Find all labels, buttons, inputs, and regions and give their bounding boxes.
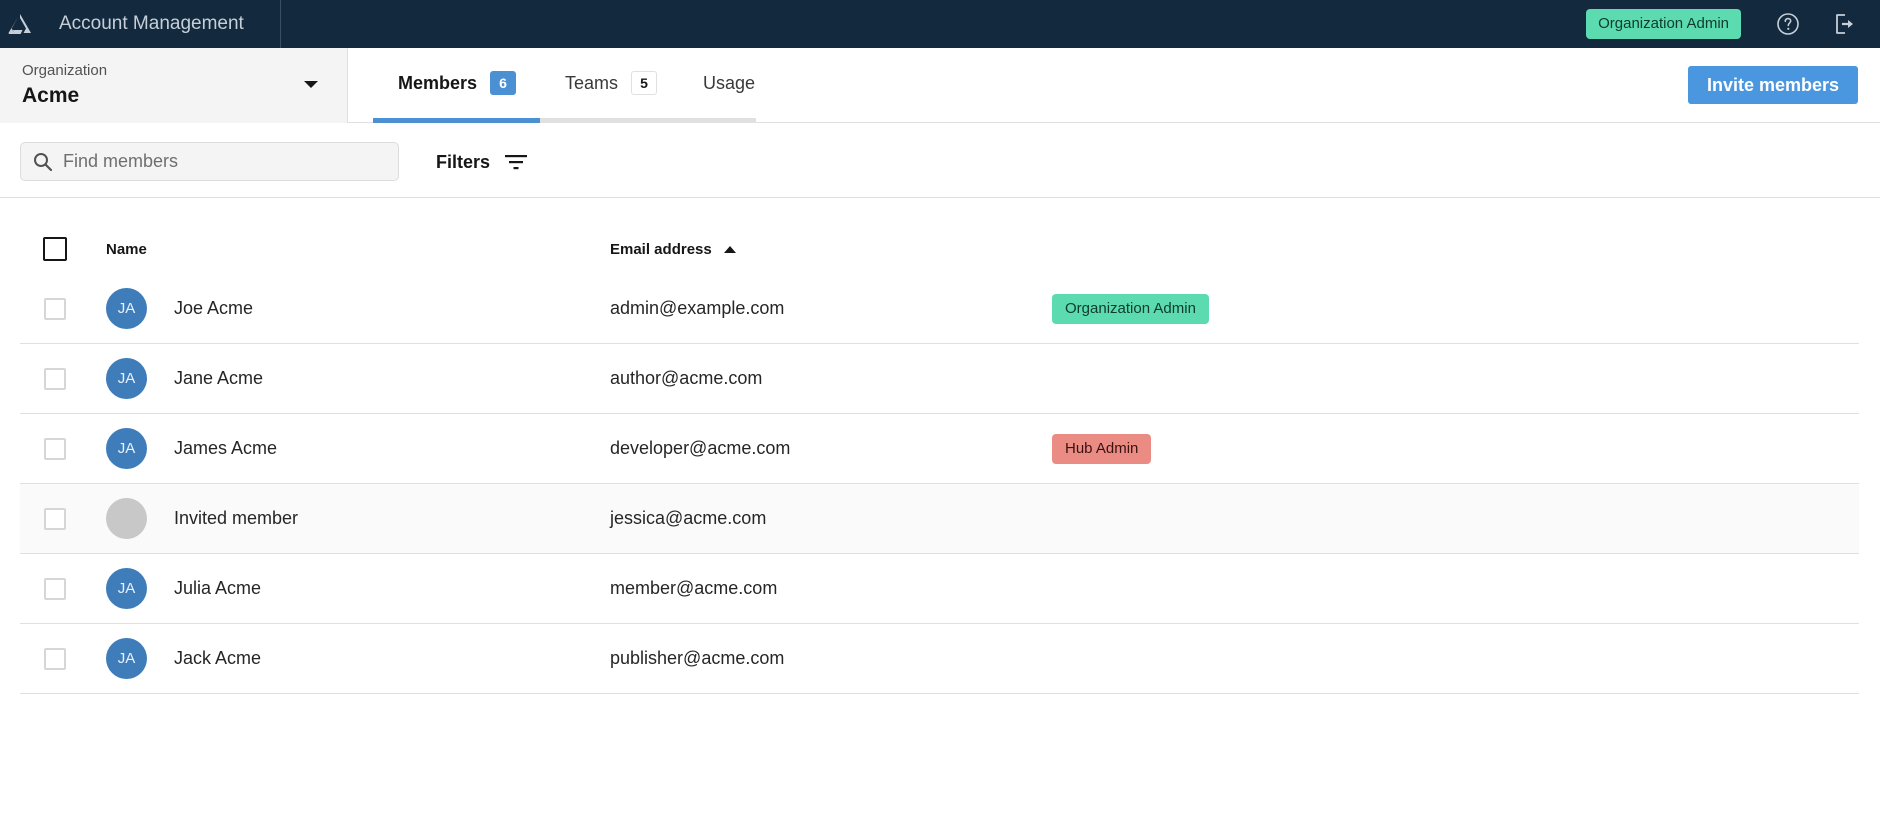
tab-teams-label: Teams: [565, 72, 619, 93]
member-email: publisher@acme.com: [610, 648, 785, 668]
teams-count-badge: 5: [631, 71, 658, 95]
member-name: Jack Acme: [174, 648, 262, 668]
tab-usage-label: Usage: [703, 72, 756, 93]
help-circle-icon[interactable]: [1774, 10, 1802, 38]
member-name: Joe Acme: [174, 298, 254, 318]
avatar: JA: [106, 428, 147, 469]
user-role-chip: Organization Admin: [1586, 9, 1741, 39]
row-checkbox[interactable]: [44, 647, 66, 670]
chevron-down-icon[interactable]: [304, 81, 318, 88]
avatar: JA: [106, 568, 147, 609]
column-header-name[interactable]: Name: [106, 241, 610, 258]
table-row[interactable]: JA Jane Acme author@acme.com: [20, 344, 1859, 414]
avatar: JA: [106, 288, 147, 329]
members-table: Name Email address JA Joe Acme admin@exa…: [20, 224, 1859, 694]
select-all-checkbox[interactable]: [43, 237, 67, 261]
logout-icon[interactable]: [1830, 10, 1858, 38]
member-name: Invited member: [174, 508, 299, 528]
member-name: James Acme: [174, 438, 278, 458]
table-header: Name Email address: [20, 224, 1859, 274]
avatar: JA: [106, 638, 147, 679]
tab-members[interactable]: Members 6: [373, 48, 540, 123]
sort-ascending-icon[interactable]: [723, 245, 736, 253]
organization-value: Acme: [22, 84, 80, 107]
row-checkbox[interactable]: [44, 297, 66, 320]
member-email: member@acme.com: [610, 578, 778, 598]
subheader: Organization Acme Members 6 Teams 5 Usag…: [0, 48, 1880, 123]
table-row[interactable]: Invited member jessica@acme.com: [20, 484, 1859, 554]
member-name: Jane Acme: [174, 368, 264, 388]
search-box[interactable]: [20, 142, 399, 181]
table-row[interactable]: JA Jack Acme publisher@acme.com: [20, 624, 1859, 694]
app-title: Account Management: [40, 0, 281, 48]
filter-icon: [504, 152, 528, 172]
avatar: JA: [106, 358, 147, 399]
members-count-badge: 6: [490, 71, 517, 95]
table-row[interactable]: JA Joe Acme admin@example.com Organizati…: [20, 274, 1859, 344]
search-input[interactable]: [63, 151, 363, 172]
top-bar: Account Management Organization Admin: [0, 0, 1880, 48]
triangle-logo-icon[interactable]: [0, 0, 40, 48]
invite-members-button[interactable]: Invite members: [1688, 66, 1858, 104]
toolbar: Filters: [0, 124, 1880, 198]
member-email: author@acme.com: [610, 368, 763, 388]
filters-button[interactable]: Filters: [436, 148, 528, 176]
column-header-email-label: Email address: [610, 240, 712, 258]
member-email: developer@acme.com: [610, 438, 791, 458]
member-name: Julia Acme: [174, 578, 262, 598]
member-email: jessica@acme.com: [610, 508, 767, 528]
filters-label: Filters: [436, 151, 491, 172]
avatar: [106, 498, 147, 539]
member-email: admin@example.com: [610, 298, 785, 318]
table-row[interactable]: JA James Acme developer@acme.com Hub Adm…: [20, 414, 1859, 484]
organization-select[interactable]: Organization Acme: [0, 48, 348, 123]
column-header-email[interactable]: Email address: [610, 241, 1052, 258]
row-checkbox[interactable]: [44, 367, 66, 390]
row-checkbox[interactable]: [44, 577, 66, 600]
organization-label: Organization: [22, 62, 108, 79]
tab-teams[interactable]: Teams 5: [540, 48, 684, 123]
row-checkbox[interactable]: [44, 507, 66, 530]
tab-bar: Members 6 Teams 5 Usage: [373, 48, 756, 123]
row-checkbox[interactable]: [44, 437, 66, 460]
search-icon: [33, 152, 53, 172]
tab-members-label: Members: [398, 72, 478, 93]
table-row[interactable]: JA Julia Acme member@acme.com: [20, 554, 1859, 624]
role-badge: Organization Admin: [1052, 293, 1209, 324]
role-badge: Hub Admin: [1052, 433, 1152, 464]
tab-usage[interactable]: Usage: [684, 48, 756, 123]
